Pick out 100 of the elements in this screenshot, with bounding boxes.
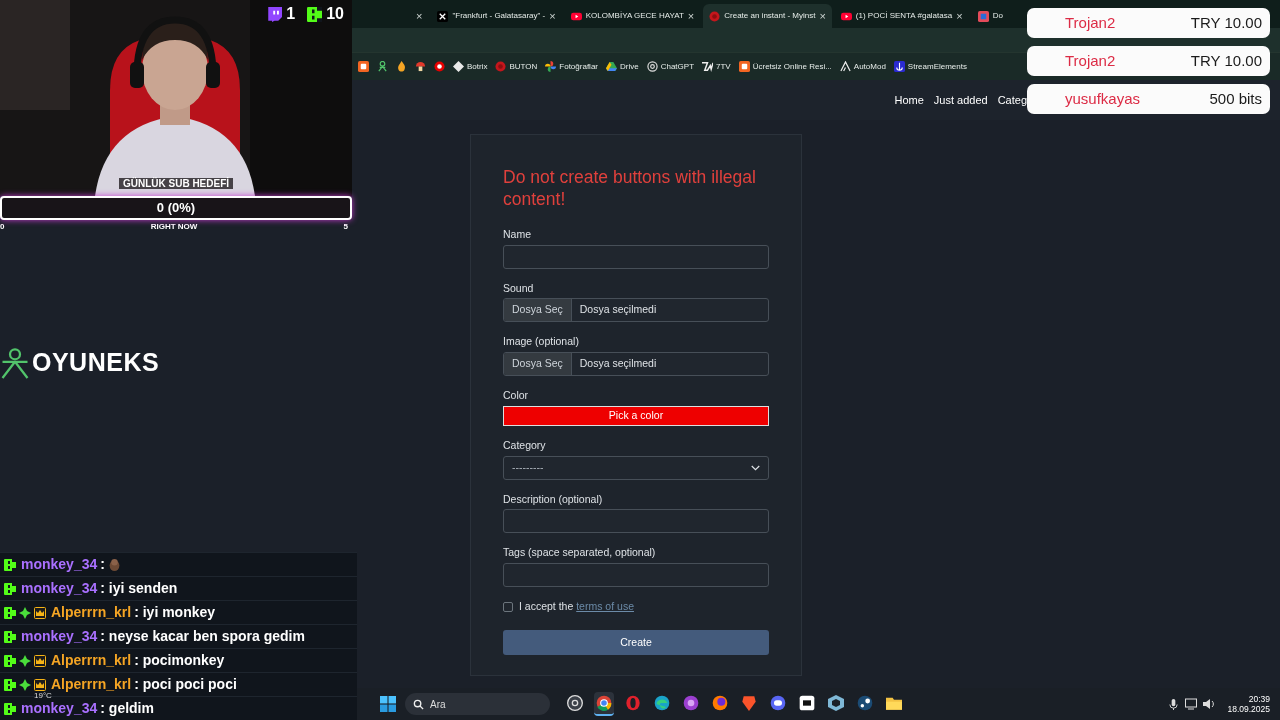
bookmark[interactable]: BUTON [495, 60, 538, 73]
ring-icon[interactable] [434, 61, 445, 72]
square-icon[interactable] [358, 61, 369, 72]
file-input[interactable]: Dosya Seç Dosya seçilmedi [503, 352, 769, 376]
figure-icon[interactable] [377, 61, 388, 72]
bookmark[interactable]: AutoMod [839, 60, 886, 73]
crown-icon [34, 654, 46, 667]
bookmark[interactable]: ChatGPT [646, 60, 694, 73]
chat-message: : poci poci poci [134, 675, 237, 694]
badge-icon [4, 654, 16, 667]
file-status: Dosya seçilmedi [578, 302, 658, 318]
alert-amount: 500 bits [1209, 88, 1262, 109]
browser-tab[interactable]: × [356, 4, 429, 28]
clock-time: 20:39 [1248, 693, 1270, 704]
field-label: Image (optional) [503, 334, 580, 350]
field-label: Sound [503, 280, 535, 296]
bookmark[interactable]: Drive [606, 60, 639, 73]
choose-file-button[interactable]: Dosya Seç [504, 299, 572, 322]
field-label: Description (optional) [503, 491, 604, 507]
search-icon [413, 698, 424, 710]
choose-file-button[interactable]: Dosya Seç [504, 353, 572, 375]
square-icon [799, 695, 815, 711]
search-field[interactable]: Ara [405, 693, 550, 715]
browser-tab[interactable]: (1) POCİ SENTA #galatasa × [834, 4, 969, 28]
category-select[interactable]: --------- [503, 455, 769, 480]
badge-icon [4, 582, 16, 595]
goal-reading: 0 (0%) [156, 199, 196, 218]
chat-message: : pocimonkey [134, 651, 225, 670]
microphone-icon[interactable] [1168, 698, 1180, 710]
browser-tab[interactable]: Do [971, 4, 1009, 28]
play-icon [840, 10, 852, 22]
close-button[interactable]: × [819, 10, 826, 22]
alert-amount: TRY 10.00 [1190, 50, 1262, 71]
input-field[interactable] [503, 563, 769, 587]
badge-icon [4, 678, 16, 691]
field-label: Tags (space separated, optional) [503, 545, 657, 561]
bookmark[interactable]: StreamElements [893, 60, 967, 73]
checkbox[interactable] [503, 601, 513, 612]
input-field[interactable] [503, 244, 769, 269]
chat-username: monkey_34 [21, 555, 98, 574]
chat-bubble-icon [267, 6, 283, 22]
windows-icon[interactable] [380, 696, 396, 712]
search-placeholder: Ara [430, 697, 447, 712]
bookmark[interactable]: 7TV [702, 60, 731, 73]
anchor-icon [893, 61, 905, 72]
close-button[interactable]: × [956, 10, 963, 22]
taskbar-app[interactable] [594, 692, 614, 716]
browser-tab[interactable]: "Frankfurt - Galatasaray" - × [431, 4, 562, 28]
cube-icon [828, 695, 844, 711]
wheel-icon [596, 695, 612, 711]
alert-name: yusufkayas [1065, 88, 1141, 109]
nav-link[interactable]: Just added [933, 91, 988, 109]
tab-title: Do [992, 10, 1003, 22]
browser-tab[interactable]: Create an instant - Myinst × [703, 4, 832, 28]
color-picker-button[interactable]: Pick a color [503, 405, 769, 426]
close-button[interactable]: × [687, 10, 695, 22]
close-button[interactable]: × [549, 10, 556, 22]
diamond-icon [453, 61, 464, 72]
chat-message: : geldim [100, 699, 154, 718]
clock-date: 18.09.2025 [1227, 704, 1270, 715]
bookmark[interactable]: Botrix [453, 60, 488, 73]
field-label: Name [503, 226, 532, 242]
nav-link[interactable]: Categ [997, 91, 1027, 109]
crown-icon [34, 606, 46, 619]
bookmark[interactable]: Fotoğraflar [545, 60, 598, 73]
controller-icon [770, 695, 786, 711]
browser-tab[interactable]: KOLOMBİYA GECE HAYAT × [564, 4, 701, 28]
close-button[interactable]: × [416, 10, 423, 22]
square-icon [977, 10, 989, 22]
file-status: Dosya seçilmedi [578, 356, 658, 372]
goal-title: GÜNLÜK SUB HEDEFİ [118, 178, 234, 189]
crown-icon [34, 678, 46, 691]
bookmark[interactable]: Ücretsiz Online Resi... [738, 60, 832, 73]
tab-title: Create an instant - Myinst [724, 10, 816, 22]
chat-username: monkey_34 [21, 627, 98, 646]
tab-title: KOLOMBİYA GECE HAYAT [585, 10, 684, 22]
speaker-icon[interactable] [1203, 698, 1216, 710]
steam-icon [857, 695, 873, 711]
mushroom-icon[interactable] [415, 61, 426, 72]
weather-text: 19°C [34, 692, 52, 700]
alert-name: Trojan2 [1065, 50, 1116, 71]
tab-title: "Frankfurt - Galatasaray" - [452, 10, 546, 22]
create-button[interactable]: Create [503, 630, 769, 656]
flame-icon[interactable] [396, 61, 407, 72]
sub-count: 1 [286, 4, 296, 24]
chat-message: : [100, 555, 105, 574]
warning-heading: Do not create buttons with illegal content! [503, 167, 757, 211]
sparkle-icon [19, 606, 31, 619]
input-field[interactable] [503, 509, 769, 534]
sparkle-icon [19, 678, 31, 691]
chat-message: : neyse kacar ben spora gedim [100, 627, 305, 646]
file-input[interactable]: Dosya Seç Dosya seçilmedi [503, 298, 769, 323]
monitor-icon[interactable] [1185, 698, 1198, 710]
badge-icon [4, 558, 16, 571]
goal-end: 5 [343, 221, 348, 233]
terms-link[interactable]: terms of use [576, 600, 634, 612]
alert-amount: TRY 10.00 [1190, 12, 1262, 33]
logo-text: OYUNEKS [32, 347, 160, 379]
nav-link[interactable]: Home [894, 91, 924, 109]
swirl-icon [654, 695, 670, 711]
